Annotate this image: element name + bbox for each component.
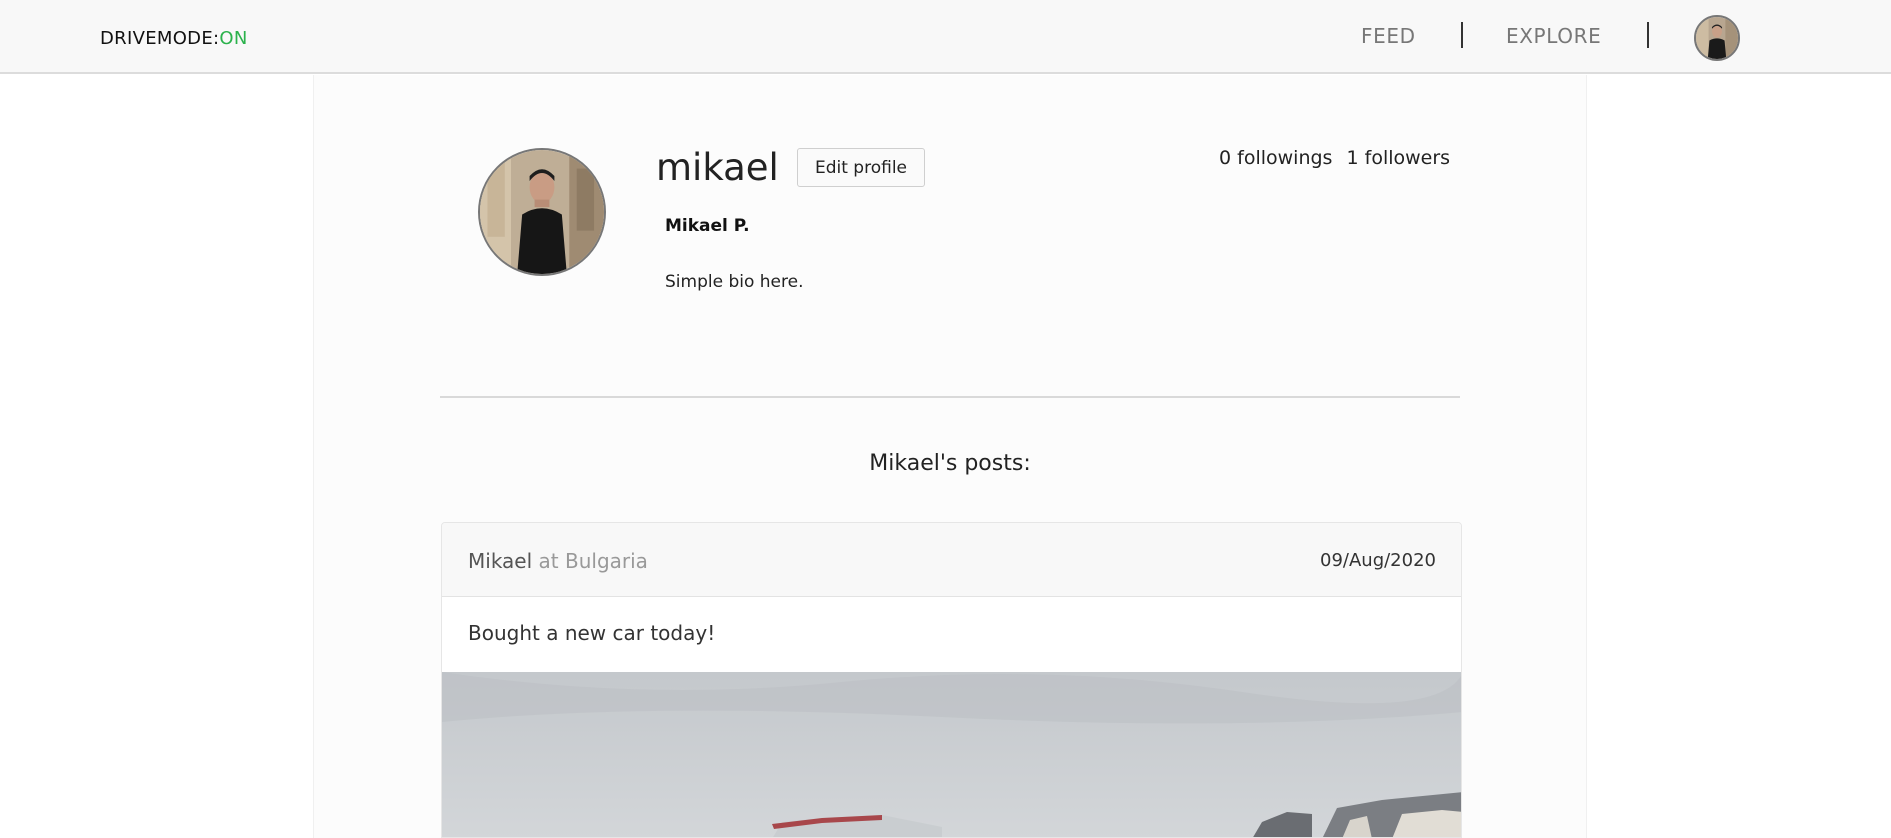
- section-divider: [440, 396, 1460, 398]
- brand-logo[interactable]: DRIVEMODE:ON: [100, 28, 248, 49]
- post-card: Mikael at Bulgaria 09/Aug/2020 Bought a …: [441, 522, 1462, 838]
- brand-name: DRIVEMODE:: [100, 28, 220, 49]
- user-avatar-menu[interactable]: [1694, 15, 1740, 61]
- nav-explore-link[interactable]: EXPLORE: [1506, 24, 1601, 48]
- avatar-icon: [1696, 17, 1738, 59]
- edit-profile-button[interactable]: Edit profile: [797, 148, 925, 187]
- post-location: at Bulgaria: [538, 549, 648, 573]
- post-author-line: Mikael at Bulgaria: [468, 549, 648, 573]
- profile-photo-icon: [480, 150, 604, 274]
- profile-bio: Simple bio here.: [665, 272, 804, 292]
- post-text: Bought a new car today!: [468, 621, 716, 645]
- post-image[interactable]: [442, 672, 1461, 837]
- posts-heading: Mikael's posts:: [869, 451, 1031, 476]
- profile-username: mikael: [656, 146, 779, 189]
- post-photo-icon: [442, 672, 1461, 837]
- top-navbar: DRIVEMODE:ON FEED EXPLORE: [0, 0, 1891, 74]
- follow-counts: 0 followings 1 followers: [1219, 147, 1450, 169]
- followers-count[interactable]: 1 followers: [1347, 147, 1451, 169]
- post-date: 09/Aug/2020: [1320, 550, 1436, 571]
- brand-accent: ON: [219, 28, 248, 49]
- followings-count[interactable]: 0 followings: [1219, 147, 1332, 169]
- profile-avatar: [478, 148, 606, 276]
- nav-divider: [1461, 22, 1463, 48]
- nav-feed-link[interactable]: FEED: [1361, 24, 1416, 48]
- nav-divider: [1647, 22, 1649, 48]
- profile-full-name: Mikael P.: [665, 216, 750, 236]
- post-header: Mikael at Bulgaria 09/Aug/2020: [442, 523, 1461, 597]
- post-author[interactable]: Mikael: [468, 549, 532, 573]
